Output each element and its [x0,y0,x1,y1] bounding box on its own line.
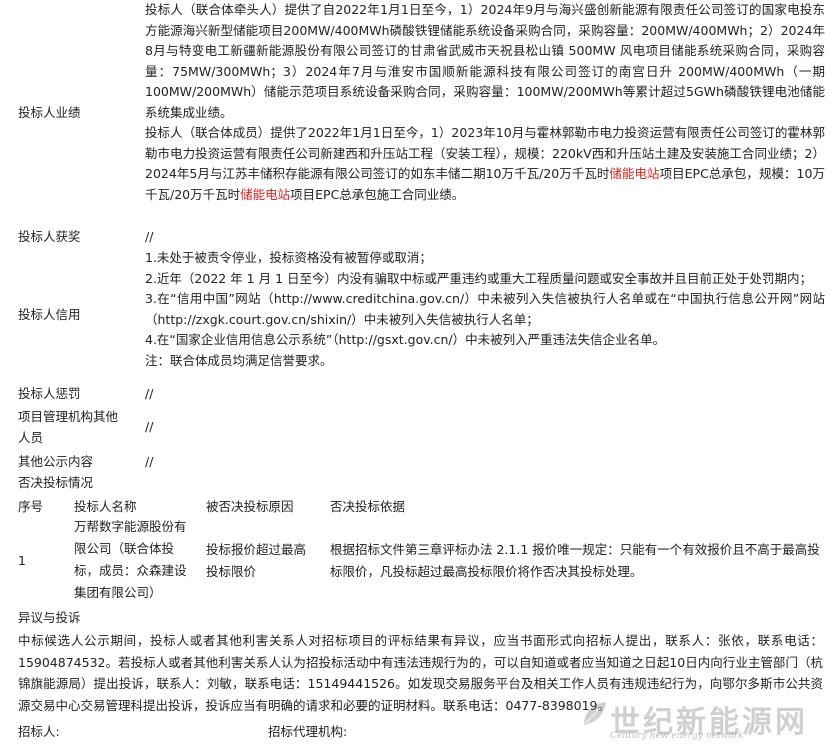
awards-label: 投标人获奖 [18,229,81,244]
rejection-header-basis: 否决投标依据 [330,499,406,514]
objection-title: 异议与投诉 [18,610,81,625]
agency-label: 招标代理机构: [268,724,348,739]
performance-content: 投标人（联合体牵头人）提供了自2022年1月1日至今，1）2024年9月与海兴盛… [145,0,825,205]
credit-note: 注：联合体成员均满足信誉要求。 [145,352,333,368]
rejection-header-reason: 被否决投标原因 [206,499,294,514]
rejection-row-seq: 1 [18,553,26,568]
other-public-value: // [145,454,154,469]
credit-line-2: 2.近年（2022 年 1 月 1 日至今）内没有骗取中标或严重违约或重大工程质… [145,270,813,286]
rejection-title: 否决投标情况 [18,475,94,490]
credit-line-4: 4.在“国家企业信用信息公示系统”（http://gsxt.gov.cn/）中未… [145,332,666,347]
watermark-subtitle: Century new energy network [610,731,744,741]
objection-text: 中标候选人公示期间，投标人或者其他利害关系人对招标项目的评标结果有异议，应当书面… [18,633,823,713]
performance-highlight-1[interactable]: 储能电站 [609,166,659,181]
awards-value: // [145,229,154,244]
rejection-header-name: 投标人名称 [74,499,137,514]
credit-label: 投标人信用 [18,307,81,322]
announcement-page: 投标人业绩 投标人（联合体牵头人）提供了自2022年1月1日至今，1）2024年… [0,0,836,749]
performance-label: 投标人业绩 [18,105,81,120]
rejection-header-seq: 序号 [18,499,44,514]
pm-other-value: // [145,419,154,434]
rejection-row-reason: 投标报价超过最高投标限价 [206,542,307,579]
penalty-value: // [145,386,154,401]
rejection-row-name: 万帮数字能源股份有限公司（联合体投标，成员：众森建设集团有限公司） [74,519,187,600]
performance-text-3: 项目EPC总承包施工合同业绩。 [290,186,465,202]
credit-content: 1.未处于被责令停业，投标资格没有被暂停或取消； 2.近年（2022 年 1 月… [145,248,825,371]
penalty-label: 投标人惩罚 [18,386,81,401]
credit-line-3: 3.在“信用中国”网站（http://www.creditchina.gov.c… [145,291,825,327]
performance-para-member: 投标人（联合体成员）提供了2022年1月1日至今，1）2023年10月与霍林郭勒… [145,123,825,205]
performance-para-lead: 投标人（联合体牵头人）提供了自2022年1月1日至今，1）2024年9月与海兴盛… [145,2,825,120]
other-public-label: 其他公示内容 [18,454,94,469]
pm-other-label: 项目管理机构其他人员 [18,409,119,445]
tenderer-label: 招标人: [18,724,60,739]
rejection-row-basis: 根据招标文件第三章评标办法 2.1.1 报价唯一规定：只能有一个有效报价且不高于… [330,542,820,579]
credit-line-1: 1.未处于被责令停业，投标资格没有被暂停或取消； [145,250,432,265]
performance-highlight-2[interactable]: 储能电站 [240,187,290,202]
